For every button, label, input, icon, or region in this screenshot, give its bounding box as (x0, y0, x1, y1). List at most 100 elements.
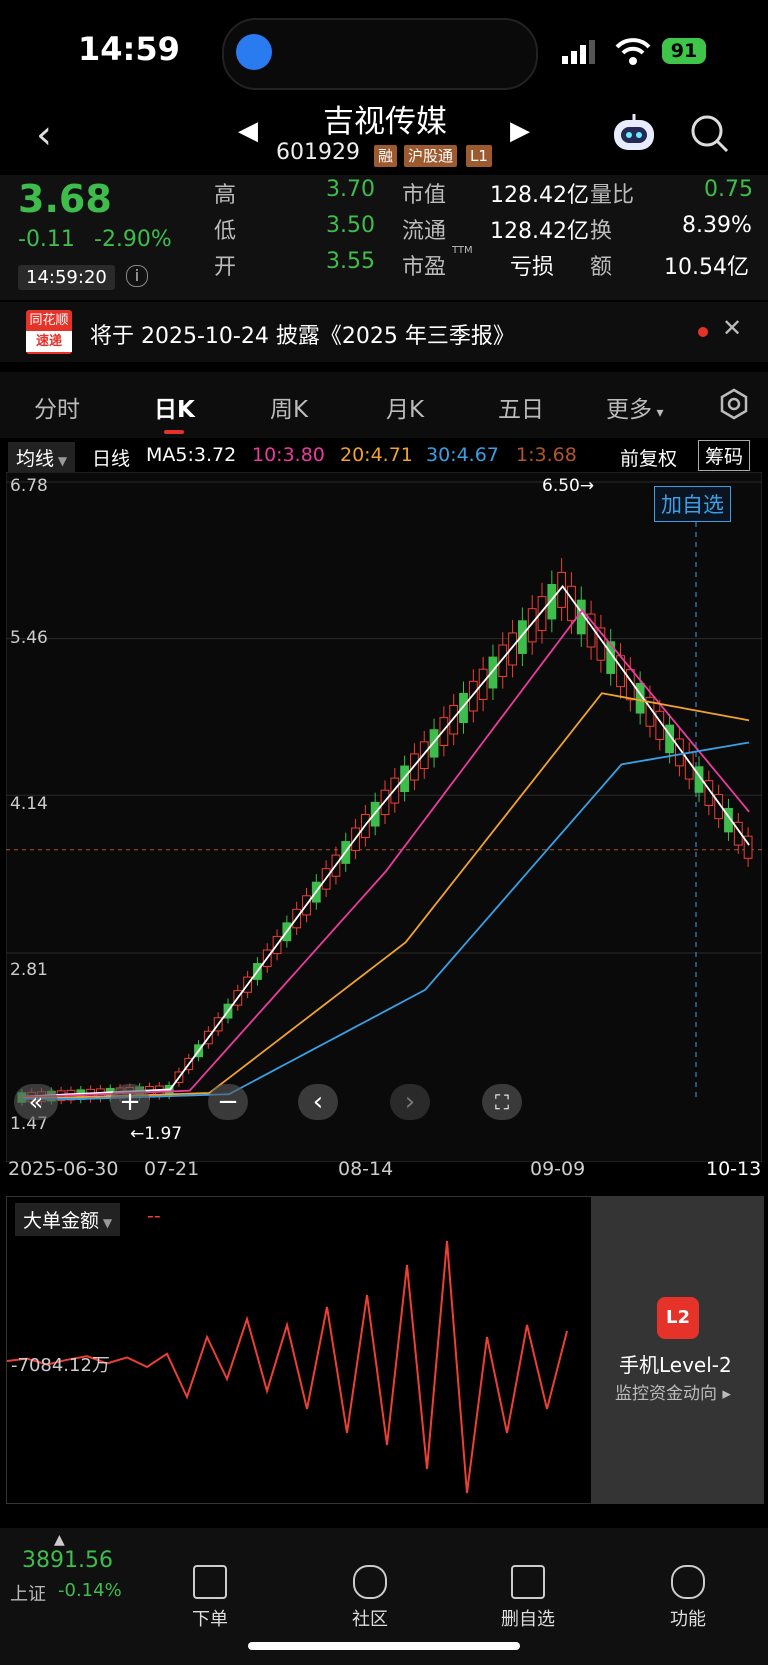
ma30-label: 30:4.67 (426, 444, 499, 466)
stat-value-amount: 10.54亿 (664, 255, 749, 280)
robot-assistant-icon[interactable] (610, 112, 658, 156)
status-bar: 14:59 91 (0, 0, 768, 100)
stock-code: 601929 (276, 140, 360, 165)
previous-stock-button[interactable]: ◀ (238, 116, 258, 146)
stat-label-turnover: 换 (590, 219, 613, 244)
stat-value-volratio: 0.75 (704, 177, 753, 202)
candle-body-48 (488, 656, 498, 689)
stat-value-turnover: 8.39% (682, 213, 752, 238)
y-tick-0: 6.78 (10, 476, 48, 496)
index-value: 3891.56 (22, 1548, 113, 1573)
stat-label-mktcap: 市值 (402, 183, 447, 208)
tab-five-day[interactable]: 五日 (498, 390, 544, 424)
remove-watch-icon (511, 1565, 545, 1599)
scroll-right-icon[interactable]: › (390, 1084, 430, 1120)
candle-body-45 (459, 692, 468, 723)
add-watchlist-button[interactable]: 加自选 (654, 486, 731, 522)
stock-name: 吉视传媒 (323, 104, 447, 140)
community-icon (353, 1565, 387, 1599)
functions-icon (671, 1565, 705, 1599)
tab-weekly[interactable]: 周K (270, 390, 308, 424)
ma-selector[interactable]: 均线 ▼ (8, 442, 76, 473)
nav-remove-watch-label: 删自选 (501, 1609, 555, 1630)
stat-value-high: 3.70 (326, 177, 375, 202)
ma10-label: 10:3.80 (252, 444, 325, 466)
stat-label-volratio: 量比 (590, 183, 635, 208)
stat-label-low: 低 (214, 219, 237, 244)
candle-body-47 (478, 668, 488, 700)
kline-chart[interactable]: 6.78 5.46 4.14 2.81 1.47 6.50→ ←1.97 加自选… (5, 471, 763, 1163)
zoom-out-icon[interactable]: − (208, 1084, 248, 1120)
app-activity-icon (236, 34, 272, 70)
tab-intraday[interactable]: 分时 (34, 390, 80, 424)
price-change: -0.11 (18, 227, 75, 252)
x-tick-0: 2025-06-30 (8, 1158, 119, 1180)
collapse-left-icon[interactable]: « (14, 1084, 58, 1120)
chips-button[interactable]: 筹码 (698, 440, 751, 471)
nav-order-label: 下单 (192, 1609, 228, 1630)
tab-more-label: 更多 (606, 397, 652, 423)
level2-icon: L2 (657, 1297, 699, 1339)
last-price: 3.68 (18, 177, 112, 221)
indicator-bar: 均线 ▼ 日线 MA5:3.72 10:3.80 20:4.71 30:4.67… (0, 440, 768, 473)
clock: 14:59 (78, 30, 180, 68)
back-button[interactable]: ‹ (36, 112, 52, 158)
index-change: -0.14% (58, 1580, 122, 1601)
x-tick-3: 09-09 (530, 1158, 586, 1180)
nav-order[interactable]: 下单 (170, 1565, 250, 1631)
scroll-left-icon[interactable]: ‹ (298, 1084, 338, 1120)
expand-arrow-icon[interactable]: ▲ (54, 1532, 65, 1548)
notice-text: 将于 2025-10-24 披露《2025 年三季报》 (90, 324, 515, 349)
margin-tag: 融 (374, 145, 398, 167)
info-icon[interactable]: i (126, 265, 148, 287)
level2-title: 手机Level-2 (619, 1353, 732, 1377)
high-marker: 6.50→ (542, 476, 595, 496)
news-badge: 同花顺 速递 (26, 310, 72, 354)
nav-functions[interactable]: 功能 (648, 1565, 728, 1631)
stat-value-low: 3.50 (326, 213, 375, 238)
nav-functions-label: 功能 (670, 1609, 706, 1630)
level2-promo[interactable]: L2 手机Level-2 监控资金动向 ▸ (591, 1197, 763, 1503)
news-badge-bottom: 速递 (26, 331, 72, 352)
tab-daily[interactable]: 日K (154, 390, 195, 424)
stat-label-open: 开 (214, 255, 237, 280)
active-tab-indicator (164, 430, 184, 434)
search-icon[interactable] (690, 114, 730, 154)
order-icon (193, 1565, 227, 1599)
news-badge-top: 同花顺 (29, 313, 69, 328)
fullscreen-icon[interactable]: ⛶ (482, 1084, 522, 1120)
stat-label-pe: 市盈 (402, 255, 447, 280)
price-change-pct: -2.90% (94, 227, 172, 252)
big-order-panel: 大单金额 ▼ -- -7084.12万 L2 手机Level-2 监控资金动向 … (6, 1196, 764, 1504)
stat-value-float: 128.42亿 (490, 219, 589, 244)
wifi-icon (615, 38, 651, 66)
nav-remove-watch[interactable]: 删自选 (488, 1565, 568, 1631)
ma1-label: 1:3.68 (516, 444, 577, 466)
tab-more[interactable]: 更多 ▾ (606, 390, 663, 424)
nav-community[interactable]: 社区 (330, 1565, 410, 1631)
candle-body-44 (449, 705, 459, 735)
ma20-label: 20:4.71 (340, 444, 413, 466)
nav-community-label: 社区 (352, 1609, 388, 1630)
close-icon[interactable]: ✕ (722, 314, 742, 342)
stat-sup-ttm: TTM (452, 245, 473, 256)
big-order-selector[interactable]: 大单金额 ▼ (15, 1203, 121, 1236)
ma5-label: MA5:3.72 (146, 444, 237, 466)
low-marker: ←1.97 (130, 1124, 183, 1144)
stat-value-mktcap: 128.42亿 (490, 183, 589, 208)
signal-icon (562, 40, 602, 64)
tab-monthly[interactable]: 月K (386, 390, 424, 424)
next-stock-button[interactable]: ▶ (510, 116, 530, 146)
x-tick-2: 08-14 (338, 1158, 394, 1180)
settings-icon[interactable] (718, 388, 750, 420)
adjust-mode[interactable]: 前复权 (620, 444, 677, 471)
stat-label-amount: 额 (590, 255, 613, 280)
y-tick-3: 2.81 (10, 960, 48, 980)
unread-dot (698, 327, 708, 337)
quote-timestamp: 14:59:20 (18, 265, 115, 290)
candle-body-43 (439, 717, 449, 747)
notice-bar[interactable]: 同花顺 速递 将于 2025-10-24 披露《2025 年三季报》 ✕ (0, 302, 768, 362)
chart-background (5, 471, 763, 1163)
period-tabs: 分时 日K 周K 月K 五日 更多 ▾ (0, 372, 768, 438)
zoom-in-icon[interactable]: + (110, 1084, 150, 1120)
